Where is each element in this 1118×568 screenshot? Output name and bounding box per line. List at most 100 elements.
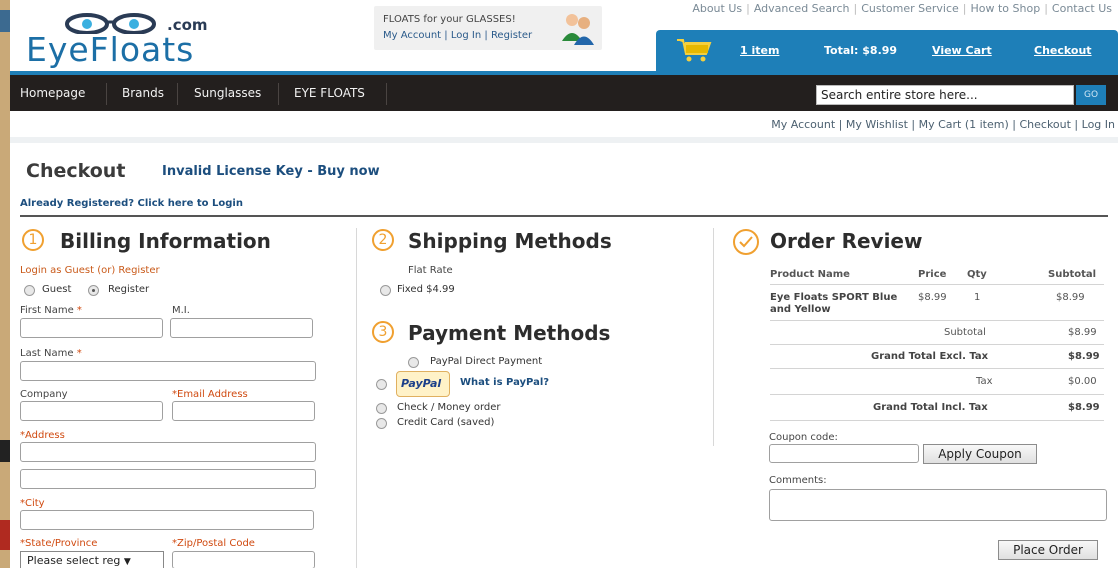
- zip-input[interactable]: [172, 551, 315, 568]
- check-money-order-label: Check / Money order: [397, 402, 501, 413]
- logo-wordmark: EyeFloats: [26, 30, 195, 69]
- main-nav: Homepage Brands Sunglasses EYE FLOATS Se…: [10, 71, 1118, 111]
- address-line2-input[interactable]: [20, 469, 316, 489]
- link-separator: |: [853, 2, 858, 15]
- zip-label: *Zip/Postal Code: [172, 538, 255, 549]
- coupon-code-input[interactable]: [769, 444, 919, 463]
- promo-box: FLOATS for your GLASSES! My Account | Lo…: [374, 6, 602, 50]
- chevron-down-icon: ▼: [123, 557, 131, 567]
- page-title: Checkout: [26, 160, 126, 182]
- subtotal-value: $8.99: [1068, 327, 1097, 338]
- view-cart-link[interactable]: View Cart: [932, 44, 992, 57]
- last-name-input[interactable]: [20, 361, 316, 381]
- table-divider: [770, 284, 1104, 285]
- state-select-value: Please select reg: [27, 554, 121, 567]
- paypal-logo: PayPal: [396, 371, 450, 397]
- tax-value: $0.00: [1068, 376, 1097, 387]
- check-money-order-radio[interactable]: [376, 403, 387, 414]
- required-marker: *: [76, 348, 82, 359]
- address-label: *Address: [20, 430, 65, 441]
- payment-title: Payment Methods: [408, 321, 611, 345]
- mi-input[interactable]: [170, 318, 313, 338]
- fixed-rate-radio[interactable]: [380, 285, 391, 296]
- column-header-qty: Qty: [967, 269, 987, 280]
- tax-label: Tax: [976, 376, 993, 387]
- account-links[interactable]: My Account | My Wishlist | My Cart (1 it…: [771, 118, 1115, 131]
- nav-brands[interactable]: Brands: [122, 86, 164, 100]
- nav-sunglasses[interactable]: Sunglasses: [194, 86, 261, 100]
- table-divider: [770, 368, 1104, 369]
- search-go-button[interactable]: GO: [1076, 85, 1106, 105]
- background-fragment: [0, 10, 10, 32]
- promo-my-account-link[interactable]: My Account: [383, 30, 441, 41]
- promo-login-link[interactable]: Log In: [451, 30, 481, 41]
- credit-card-radio[interactable]: [376, 418, 387, 429]
- billing-title: Billing Information: [60, 229, 271, 253]
- email-input[interactable]: [172, 401, 315, 421]
- grand-total-excl-value: $8.99: [1068, 351, 1100, 362]
- shopping-cart-icon[interactable]: [676, 38, 712, 62]
- fixed-rate-label: Fixed $4.99: [397, 284, 455, 295]
- paypal-radio[interactable]: [376, 379, 387, 390]
- background-fragment: [0, 520, 10, 550]
- flat-rate-label: Flat Rate: [408, 265, 453, 276]
- paypal-direct-label: PayPal Direct Payment: [430, 356, 543, 367]
- shipping-title: Shipping Methods: [408, 229, 612, 253]
- nav-divider: [278, 83, 279, 105]
- city-input[interactable]: [20, 510, 314, 530]
- product-qty: 1: [974, 292, 981, 303]
- table-divider: [770, 320, 1104, 321]
- top-links: About Us | Advanced Search | Customer Servic…: [692, 2, 1112, 15]
- last-name-label: Last Name *: [20, 348, 82, 359]
- what-is-paypal-link[interactable]: What is PayPal?: [460, 377, 549, 388]
- background-fragment: [0, 440, 10, 462]
- search-input[interactable]: Search entire store here...: [816, 85, 1074, 105]
- advanced-search-link[interactable]: Advanced Search: [754, 2, 850, 15]
- login-as-text: Login as Guest (or) Register: [20, 265, 160, 276]
- paypal-direct-radio[interactable]: [408, 357, 419, 368]
- company-input[interactable]: [20, 401, 163, 421]
- cart-items-link[interactable]: 1 item: [740, 44, 779, 57]
- promo-text: FLOATS for your GLASSES!: [383, 14, 516, 25]
- nav-homepage[interactable]: Homepage: [20, 86, 85, 100]
- apply-coupon-button[interactable]: Apply Coupon: [923, 444, 1037, 464]
- comments-textarea[interactable]: [769, 489, 1107, 521]
- guest-radio[interactable]: [24, 285, 35, 296]
- first-name-label-text: First Name: [20, 305, 74, 316]
- license-link[interactable]: Invalid License Key - Buy now: [162, 164, 380, 179]
- register-radio[interactable]: [88, 285, 99, 296]
- table-divider: [770, 344, 1104, 345]
- place-order-button[interactable]: Place Order: [998, 540, 1098, 560]
- promo-links: My Account | Log In | Register: [383, 30, 532, 41]
- last-name-label-text: Last Name: [20, 348, 74, 359]
- order-review-title: Order Review: [770, 229, 923, 253]
- heading-divider: [20, 215, 1108, 217]
- customer-service-link[interactable]: Customer Service: [861, 2, 959, 15]
- state-select[interactable]: Please select reg ▼: [20, 551, 164, 568]
- checkmark-circle-icon: [733, 229, 759, 255]
- nav-divider: [177, 83, 178, 105]
- checkout-page: .com EyeFloats FLOATS for your GLASSES! …: [10, 0, 1118, 568]
- column-header-subtotal: Subtotal: [1048, 269, 1097, 280]
- company-label: Company: [20, 389, 68, 400]
- link-separator: |: [1044, 2, 1048, 15]
- promo-register-link[interactable]: Register: [491, 30, 532, 41]
- cart-total: Total: $8.99: [824, 44, 898, 57]
- column-header-price: Price: [918, 269, 947, 280]
- how-to-shop-link[interactable]: How to Shop: [971, 2, 1041, 15]
- mi-label: M.I.: [172, 305, 190, 316]
- about-us-link[interactable]: About Us: [692, 2, 742, 15]
- login-link[interactable]: Already Registered? Click here to Login: [20, 198, 243, 209]
- product-price: $8.99: [918, 292, 947, 303]
- credit-card-label: Credit Card (saved): [397, 417, 495, 428]
- desktop-background-strip: [0, 0, 10, 568]
- site-logo[interactable]: .com EyeFloats: [22, 8, 232, 69]
- address-line1-input[interactable]: [20, 442, 316, 462]
- first-name-input[interactable]: [20, 318, 163, 338]
- contact-us-link[interactable]: Contact Us: [1052, 2, 1112, 15]
- product-name-line2: and Yellow: [770, 304, 831, 315]
- nav-eye-floats[interactable]: EYE FLOATS: [294, 86, 365, 100]
- table-divider: [770, 420, 1104, 421]
- checkout-link[interactable]: Checkout: [1034, 44, 1092, 57]
- nav-divider: [106, 83, 107, 105]
